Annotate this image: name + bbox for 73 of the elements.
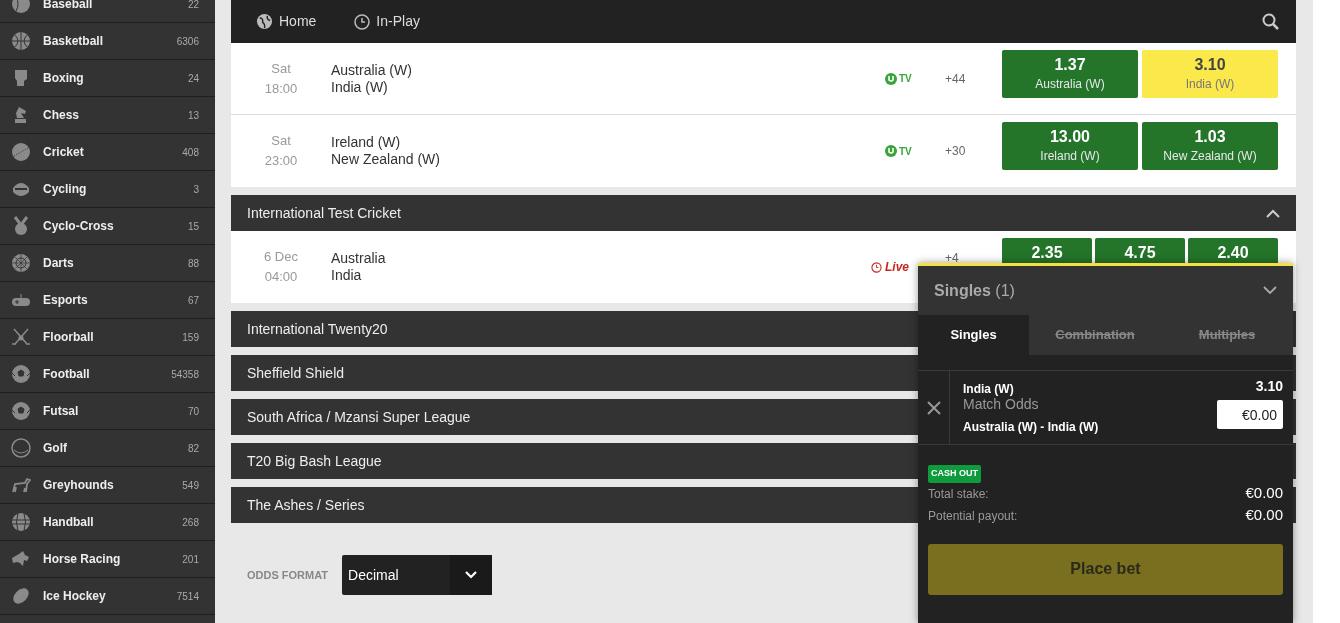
clock-icon: [871, 261, 882, 273]
globe-icon: [256, 13, 273, 30]
total-value: €0.00: [1245, 505, 1283, 526]
sport-item[interactable]: Basketball 6306: [0, 23, 215, 60]
event-date: 6 Dec: [264, 248, 298, 266]
odds-button[interactable]: 3.10 India (W): [1142, 50, 1278, 98]
sport-item[interactable]: Futsal 70: [0, 393, 215, 430]
odds-format-label: ODDS FORMAT: [247, 567, 329, 583]
ball-icon: [11, 512, 31, 532]
event-name: Australia (W) - India (W): [963, 420, 1100, 434]
sport-item[interactable]: Esports 67: [0, 282, 215, 319]
team-name[interactable]: India: [331, 267, 362, 284]
sport-item[interactable]: Cricket 408: [0, 134, 215, 171]
sport-item[interactable]: Baseball 22: [0, 0, 215, 23]
search-icon[interactable]: [1262, 13, 1279, 30]
competition-header[interactable]: International Test Cricket: [231, 195, 1296, 231]
team-name[interactable]: Australia (W): [331, 61, 412, 79]
team-name[interactable]: India (W): [331, 78, 388, 96]
odds-button[interactable]: 13.00 Ireland (W): [1002, 122, 1138, 170]
sport-item[interactable]: Floorball 159: [0, 319, 215, 356]
sport-item[interactable]: Ice Hockey 7514: [0, 578, 215, 615]
puck-icon: [11, 586, 31, 606]
golf-ball-icon: [11, 438, 31, 458]
team-name[interactable]: Ireland (W): [331, 134, 401, 151]
tv-label: TV: [899, 72, 912, 86]
tv-label: TV: [899, 144, 912, 159]
chevron-down-icon: [465, 571, 478, 579]
odds-button[interactable]: 1.03 New Zealand (W): [1142, 122, 1278, 170]
event-date: Sat: [271, 132, 291, 150]
chevron-down-icon[interactable]: [1263, 286, 1277, 295]
medal-icon: [11, 216, 31, 236]
crossed-sticks-icon: [11, 327, 31, 347]
clock-icon: [354, 13, 371, 30]
nav-link[interactable]: In-Play: [354, 11, 420, 32]
more-markets-link[interactable]: +30: [945, 142, 966, 160]
u-logo-icon: [885, 145, 897, 157]
bet-type-tab[interactable]: Singles: [918, 315, 1029, 355]
sport-item[interactable]: Boxing 24: [0, 60, 215, 97]
team-name[interactable]: Australia: [331, 250, 386, 267]
sport-item[interactable]: Horse Racing 201: [0, 541, 215, 578]
ball-icon: [11, 142, 31, 162]
event-time: 04:00: [264, 268, 298, 286]
total-label: Total stake:: [928, 485, 989, 503]
sport-item[interactable]: Football 54358: [0, 356, 215, 393]
odds-button[interactable]: 1.37 Australia (W): [1002, 50, 1138, 98]
event-time: 23:00: [264, 152, 298, 170]
more-markets-link[interactable]: +44: [945, 69, 966, 88]
stake-input[interactable]: €0.00: [1217, 400, 1283, 429]
sport-item[interactable]: Darts 88: [0, 245, 215, 282]
dartboard-icon: [11, 253, 31, 273]
cash-out-badge: CASH OUT: [928, 465, 981, 483]
live-indicator: Live: [871, 258, 909, 276]
market-name: Match Odds: [963, 396, 1040, 412]
event-time: 18:00: [264, 79, 298, 98]
total-label: Potential payout:: [928, 507, 1018, 525]
sport-item[interactable]: Cycling 3: [0, 171, 215, 208]
dog-icon: [11, 475, 31, 495]
odds-format-select[interactable]: Decimal: [342, 555, 493, 595]
soccer-ball-icon: [11, 401, 31, 421]
event-date: Sat: [271, 59, 291, 78]
team-name[interactable]: New Zealand (W): [331, 151, 440, 168]
sport-item[interactable]: Cyclo-Cross 15: [0, 208, 215, 245]
u-logo-icon: [885, 72, 897, 85]
chevron-up-icon[interactable]: [1266, 208, 1280, 218]
close-icon[interactable]: [926, 400, 941, 415]
more-markets-link[interactable]: +4: [945, 249, 959, 267]
sport-item[interactable]: Chess 13: [0, 97, 215, 134]
ball-icon: [11, 31, 31, 51]
sport-item[interactable]: Greyhounds 549: [0, 467, 215, 504]
sport-item[interactable]: Golf 82: [0, 430, 215, 467]
nav-link[interactable]: Home: [256, 11, 317, 32]
sport-item[interactable]: Handball 268: [0, 504, 215, 541]
soccer-ball-icon: [11, 364, 31, 384]
